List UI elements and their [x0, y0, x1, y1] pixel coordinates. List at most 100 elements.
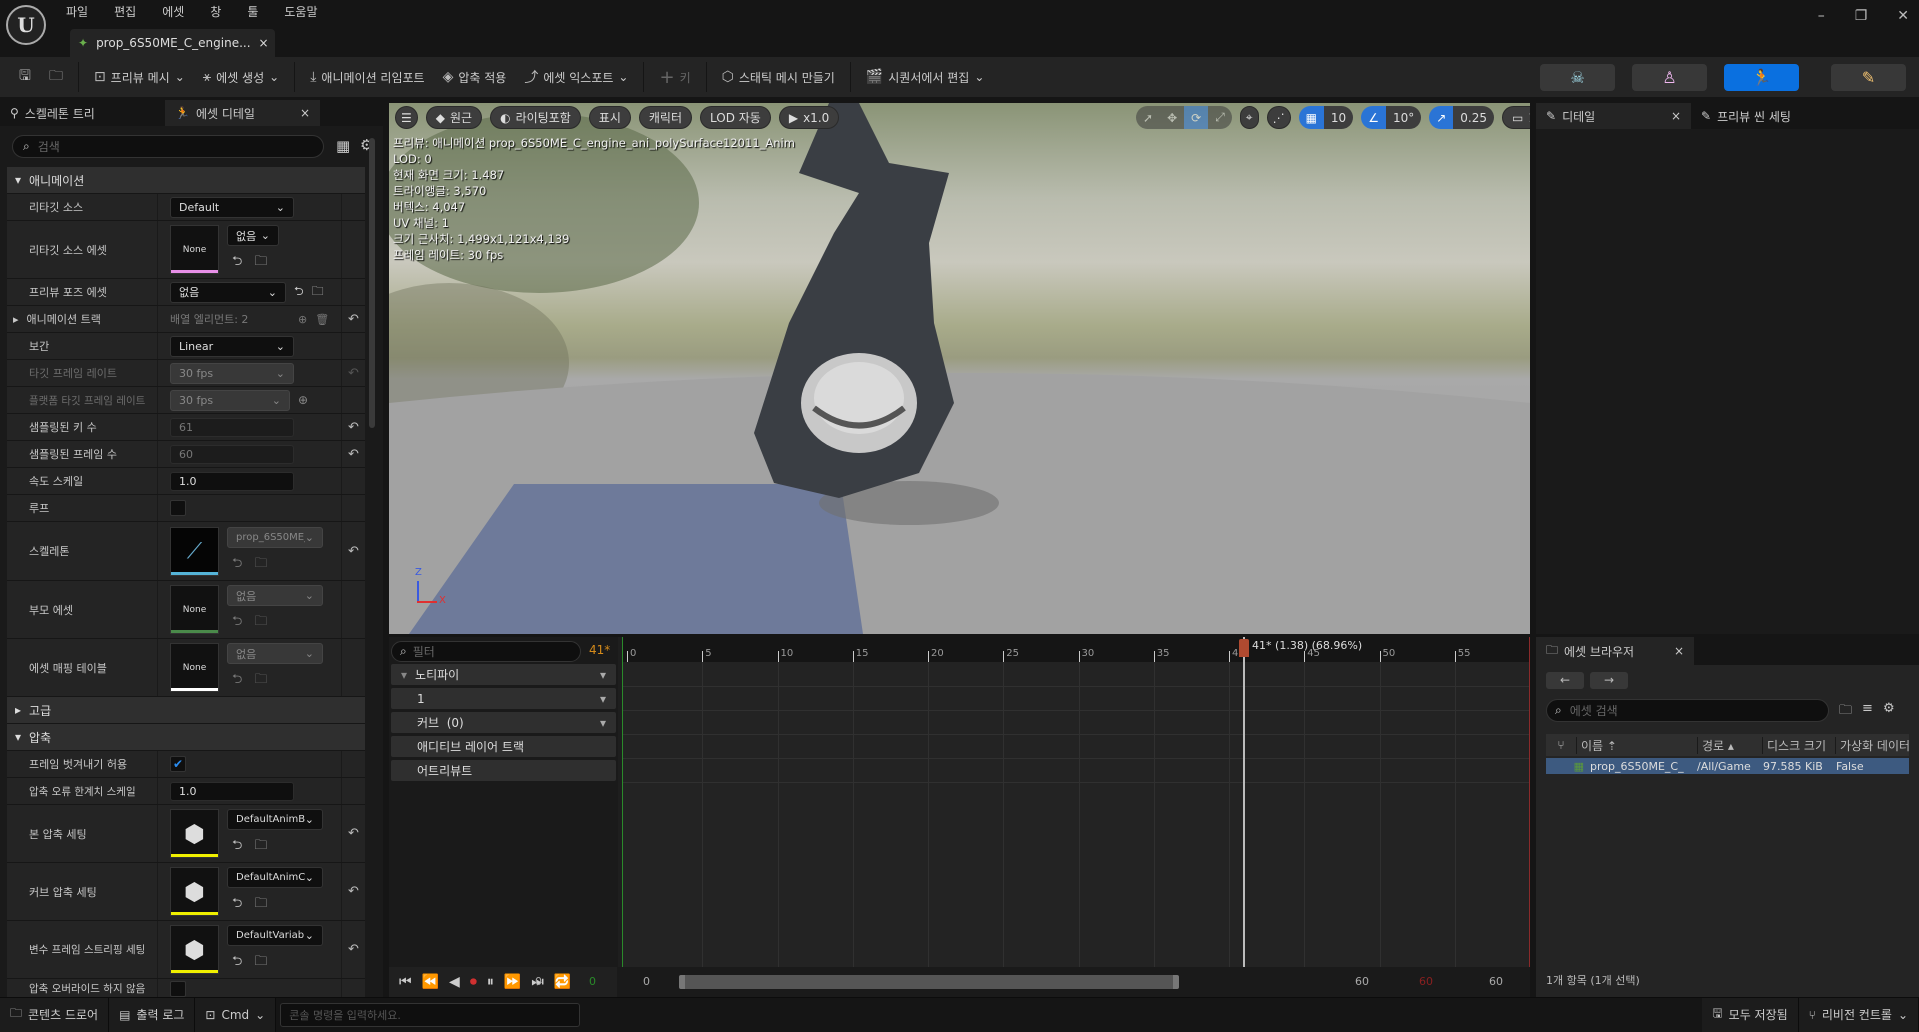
- menu-file[interactable]: 파일: [66, 3, 88, 20]
- export-asset-button[interactable]: ⤴ 에셋 익스포트 ⌄: [515, 62, 637, 92]
- platform-frame-rate-dropdown[interactable]: 30 fps ⌄: [170, 389, 290, 411]
- add-icon[interactable]: ⊕: [298, 393, 308, 407]
- output-log-button[interactable]: ▤ 출력 로그: [109, 997, 196, 1032]
- camera-speed-button[interactable]: ▭1: [1502, 106, 1530, 129]
- menu-edit[interactable]: 편집: [114, 3, 136, 20]
- close-tab-icon[interactable]: ×: [300, 106, 310, 120]
- rotate-icon[interactable]: ⟳: [1184, 106, 1209, 129]
- section-compression[interactable]: ▾ 압축: [7, 724, 365, 751]
- angle-snap-group[interactable]: ∠ 10°: [1361, 106, 1422, 129]
- asset-thumbnail[interactable]: ⬢: [170, 925, 219, 974]
- settings-icon[interactable]: ⚙: [1883, 701, 1895, 716]
- pause-icon[interactable]: ⏸: [487, 974, 494, 990]
- track-curves[interactable]: 커브 (0) ▾: [391, 712, 616, 733]
- folder-icon[interactable]: 🗀: [1839, 701, 1852, 723]
- column-disk-size[interactable]: 디스크 크기: [1762, 736, 1835, 754]
- browse-asset-icon[interactable]: 🗀: [254, 612, 267, 634]
- blueprint-mode-button[interactable]: ✎: [1831, 63, 1906, 91]
- world-local-button[interactable]: ⌖: [1239, 106, 1259, 129]
- search-input[interactable]: ⌕ 검색: [12, 135, 324, 158]
- revision-control-button[interactable]: ⑂ 리비전 컨트롤 ⌄: [1798, 997, 1919, 1032]
- skeleton-thumbnail[interactable]: ⟋: [170, 526, 219, 576]
- view-end[interactable]: 60: [1355, 975, 1369, 988]
- loop-checkbox[interactable]: [170, 500, 186, 516]
- track-notify-1[interactable]: 1 ▾: [391, 688, 616, 709]
- preview-viewport[interactable]: ☰ ◆ 원근 ◐ 라이팅포함 표시 캐릭터 LOD 자동 ▶ x1.0 ➚ ✥ ⟳ ⤢ ⌖ …: [389, 103, 1530, 634]
- step-forward-icon[interactable]: ⏩: [504, 974, 521, 990]
- animation-mode-button[interactable]: 🏃: [1724, 63, 1799, 91]
- error-threshold-field[interactable]: 1.0: [170, 781, 294, 801]
- track-attributes[interactable]: 어트리뷰트: [391, 760, 616, 781]
- save-all-button[interactable]: 🖫 모두 저장됨: [1702, 997, 1799, 1032]
- asset-thumbnail[interactable]: None: [170, 643, 219, 692]
- table-view-icon[interactable]: ▦: [336, 137, 350, 155]
- section-advanced[interactable]: ▸ 고급: [7, 697, 365, 724]
- sampled-frames-field[interactable]: 60: [170, 444, 294, 464]
- allow-frame-stripping-checkbox[interactable]: ✔: [170, 756, 186, 772]
- browse-button[interactable]: 🗀: [40, 62, 72, 92]
- menu-window[interactable]: 창: [210, 3, 221, 20]
- select-icon[interactable]: ➚: [1136, 106, 1161, 129]
- skeleton-dropdown[interactable]: prop_6S50ME_C_⌄: [227, 526, 323, 548]
- create-asset-button[interactable]: ⚹ 에셋 생성 ⌄: [194, 62, 288, 92]
- asset-row[interactable]: ▦ prop_6S50ME_C_ /All/Game 97.585 KiB Fa…: [1546, 758, 1909, 774]
- preview-mesh-button[interactable]: ⊡ 프리뷰 메시 ⌄: [85, 62, 194, 92]
- asset-picker-dropdown[interactable]: 없음 ⌄: [227, 225, 279, 246]
- column-name[interactable]: 이름 ⇡: [1576, 736, 1697, 754]
- unreal-logo[interactable]: U: [6, 5, 46, 45]
- asset-thumbnail[interactable]: None: [170, 225, 219, 274]
- asset-thumbnail[interactable]: ⬢: [170, 867, 219, 916]
- use-selected-icon[interactable]: ⮌: [232, 894, 242, 916]
- close-window-icon[interactable]: ✕: [1897, 8, 1909, 24]
- view-start[interactable]: 0: [643, 975, 650, 988]
- browse-asset-icon[interactable]: 🗀: [254, 894, 267, 916]
- timeline-grid[interactable]: 0510152025303540455055 41* (1.38) (68.96…: [622, 637, 1530, 967]
- use-selected-icon[interactable]: ⮌: [232, 670, 242, 692]
- forward-button[interactable]: →: [1590, 672, 1628, 689]
- browse-asset-icon[interactable]: 🗀: [254, 252, 267, 274]
- browse-asset-icon[interactable]: 🗀: [254, 554, 267, 576]
- tab-preview-scene-settings[interactable]: ✎ 프리뷰 씬 세팅: [1691, 103, 1801, 129]
- content-drawer-button[interactable]: 🗀 콘텐츠 드로어: [0, 997, 110, 1032]
- use-selected-icon[interactable]: ⮌: [232, 836, 242, 858]
- use-selected-icon[interactable]: ⮌: [232, 612, 242, 634]
- preview-pose-dropdown[interactable]: 없음 ⌄: [170, 281, 286, 303]
- cmd-dropdown[interactable]: ⊡ Cmd ⌄: [195, 997, 277, 1032]
- delete-icon[interactable]: 🗑: [315, 313, 329, 326]
- column-virtualized[interactable]: 가상화 데이터: [1835, 736, 1909, 754]
- reset-icon[interactable]: ↶: [342, 921, 365, 978]
- back-button[interactable]: ←: [1546, 672, 1584, 689]
- playback-speed-button[interactable]: ▶ x1.0: [778, 106, 840, 129]
- tab-asset-details[interactable]: 🏃 에셋 디테일 ×: [165, 100, 320, 126]
- tab-skeleton-tree[interactable]: ⚲ 스켈레톤 트리: [0, 100, 165, 126]
- parent-asset-dropdown[interactable]: 없음 ⌄: [227, 585, 323, 606]
- range-end[interactable]: 60: [1489, 975, 1503, 988]
- asset-thumbnail[interactable]: None: [170, 585, 219, 634]
- menu-asset[interactable]: 에셋: [162, 3, 184, 20]
- rate-scale-field[interactable]: 1.0: [170, 471, 294, 491]
- column-path[interactable]: 경로 ▴: [1697, 736, 1762, 754]
- dropdown-arrow-icon[interactable]: ▾: [600, 692, 606, 706]
- menu-help[interactable]: 도움말: [284, 3, 317, 20]
- restore-icon[interactable]: ❐: [1855, 8, 1868, 24]
- show-button[interactable]: 표시: [588, 106, 631, 129]
- use-selected-icon[interactable]: ⮌: [232, 554, 242, 576]
- lighting-mode-button[interactable]: ◐ 라이팅포함: [490, 106, 581, 129]
- close-tab-icon[interactable]: ×: [1671, 109, 1681, 123]
- track-notifies[interactable]: ▾ 노티파이 ▾: [391, 664, 616, 685]
- save-button[interactable]: 🖫: [10, 62, 40, 92]
- playback-end[interactable]: 60: [1419, 975, 1433, 988]
- scale-icon[interactable]: ⤢: [1208, 106, 1232, 129]
- playhead[interactable]: 41* (1.38) (68.96%): [1239, 637, 1362, 967]
- surface-snap-button[interactable]: ⋰: [1266, 106, 1291, 129]
- playback-start[interactable]: 0: [589, 975, 596, 988]
- console-input[interactable]: 콘솔 명령을 입력하세요.: [280, 1002, 581, 1027]
- add-element-icon[interactable]: ⊕: [298, 313, 307, 326]
- menu-tools[interactable]: 툴: [247, 3, 258, 20]
- jump-to-start-icon[interactable]: ⏮: [399, 974, 412, 990]
- filter-icon[interactable]: ≡: [1862, 701, 1873, 716]
- bone-compression-dropdown[interactable]: DefaultAnimBone⌄: [227, 809, 323, 830]
- reset-icon[interactable]: ↶: [342, 522, 365, 580]
- use-selected-icon[interactable]: ⮌: [232, 952, 242, 974]
- variable-frame-stripping-dropdown[interactable]: DefaultVariableF⌄: [227, 925, 323, 946]
